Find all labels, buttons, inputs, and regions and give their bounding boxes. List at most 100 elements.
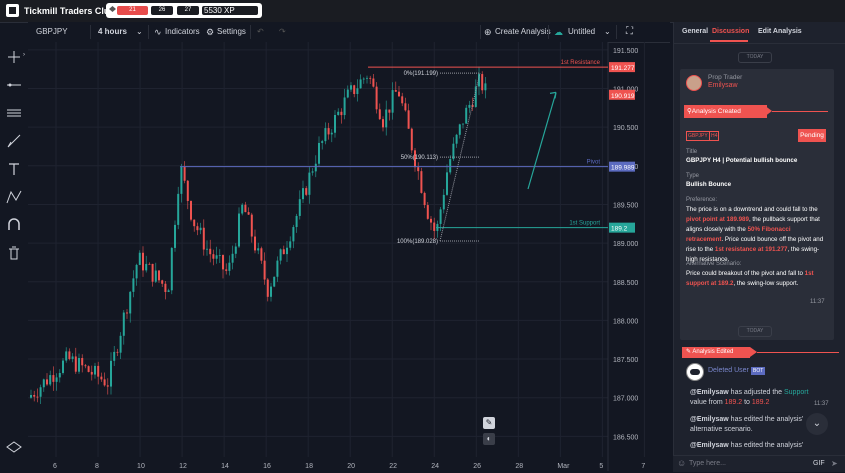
app-title: Tickmill Traders Club (24, 6, 115, 16)
brush-icon[interactable] (5, 132, 23, 150)
stats-bar: 21 26 27 (106, 3, 262, 18)
date-tick: 26 (473, 463, 481, 470)
pencil-icon[interactable]: ✎ (483, 417, 495, 429)
timeframe-tag: H4 (709, 131, 720, 141)
candle (266, 279, 269, 297)
candle (286, 247, 288, 255)
candle (142, 252, 144, 271)
candle (148, 263, 151, 265)
indicators-button[interactable]: Indicators (165, 22, 200, 42)
price-tick: 187.000 (613, 396, 638, 403)
send-icon[interactable]: ➤ (831, 459, 838, 468)
pattern-icon[interactable] (5, 188, 23, 206)
candle (311, 171, 314, 173)
candle (94, 365, 96, 375)
candle (343, 97, 346, 116)
date-tick: 28 (515, 463, 523, 470)
gif-button[interactable]: GIF (813, 460, 825, 467)
candle (218, 255, 221, 256)
candle (87, 366, 90, 372)
mention[interactable]: @Emilysaw (690, 389, 729, 396)
gear-icon[interactable]: ⚙ (206, 22, 214, 42)
candle (254, 236, 256, 251)
settings-button[interactable]: Settings (217, 22, 246, 42)
horizontal-line-icon[interactable] (5, 76, 23, 94)
candle (481, 74, 484, 91)
message-input[interactable]: Type here... (689, 460, 726, 467)
candle (375, 86, 378, 110)
candle (318, 142, 320, 164)
candle (138, 252, 141, 265)
magnet-icon[interactable] (5, 216, 23, 234)
date-tick: 24 (431, 463, 439, 470)
chart-canvas[interactable]: 191.500191.000190.500190.000189.500189.0… (28, 42, 733, 471)
alternative-text: Price could breakout of the pivot and fa… (686, 270, 814, 287)
indicators-icon[interactable]: ∿ (154, 22, 162, 42)
candle (36, 396, 39, 398)
candle (462, 123, 464, 125)
candle (423, 192, 426, 206)
layout-name[interactable]: Untitled (568, 22, 595, 42)
discussion-panel: General Discussion Edit Analysis TODAY P… (673, 22, 845, 471)
title-label: Title (686, 149, 698, 155)
candle (372, 78, 375, 87)
tab-discussion[interactable]: Discussion (712, 28, 749, 35)
candle (465, 107, 468, 124)
trash-icon[interactable] (5, 244, 23, 262)
scroll-down-button[interactable]: ⌄ (806, 413, 828, 435)
timestamp: 11:37 (810, 299, 825, 305)
user-name[interactable]: Emilysaw (708, 82, 738, 89)
candle (273, 276, 276, 287)
candle (404, 103, 407, 111)
symbol-selector[interactable]: GBPJPY (36, 22, 68, 42)
candle (391, 90, 394, 113)
parallel-channel-icon[interactable] (5, 104, 23, 122)
expand-arrow-icon[interactable]: › (23, 52, 25, 58)
candle (417, 167, 420, 172)
analysis-card: Prop Trader Emilysaw ⚲Analysis Created G… (680, 69, 834, 340)
create-analysis-button[interactable]: Create Analysis (495, 22, 551, 42)
candle (474, 86, 477, 107)
price-chart[interactable]: 191.500191.000190.500190.000189.500189.0… (28, 42, 733, 471)
candle (385, 109, 388, 128)
bulb-icon[interactable]: ◐ (483, 433, 495, 445)
timestamp-2: 11:37 (814, 401, 829, 407)
tab-edit-analysis[interactable]: Edit Analysis (758, 28, 802, 35)
chevron-down-icon[interactable]: ⌄ (136, 22, 143, 42)
text-icon[interactable] (5, 160, 23, 178)
undo-icon[interactable]: ↶ (257, 22, 264, 42)
candle (161, 280, 164, 284)
candle (305, 188, 308, 195)
redo-icon[interactable]: ↷ (279, 22, 286, 42)
created-label: Analysis Created (691, 108, 741, 115)
candle (119, 335, 122, 353)
candle (289, 241, 292, 248)
candle (97, 365, 100, 377)
crosshair-icon[interactable] (5, 48, 23, 66)
layout-chevron-icon[interactable]: ⌄ (604, 22, 611, 42)
candle (174, 224, 176, 248)
tab-general[interactable]: General (682, 28, 708, 35)
date-tick: 5 (599, 463, 603, 470)
candle (455, 134, 458, 144)
fullscreen-icon[interactable]: ⛶ (626, 22, 633, 42)
price-tick: 188.500 (613, 280, 638, 287)
candle (58, 372, 61, 378)
tab-underline (710, 40, 748, 42)
layers-icon[interactable] (5, 439, 23, 457)
timeframe-selector[interactable]: 4 hours (98, 22, 127, 42)
candle (190, 200, 192, 220)
candle (49, 375, 52, 385)
resistance-label: 1st Resistance (561, 60, 601, 66)
type-label: Type (686, 173, 700, 179)
candle (68, 351, 71, 359)
emoji-icon[interactable]: ☺ (677, 458, 686, 468)
plot-area (28, 42, 608, 471)
bot-badge: BOT (751, 367, 766, 375)
candle (362, 78, 365, 80)
candle (135, 264, 138, 279)
candle (196, 226, 199, 231)
plus-circle-icon[interactable]: ⊕ (484, 22, 492, 42)
candle (186, 180, 189, 201)
price-tick: 191.500 (613, 48, 638, 55)
